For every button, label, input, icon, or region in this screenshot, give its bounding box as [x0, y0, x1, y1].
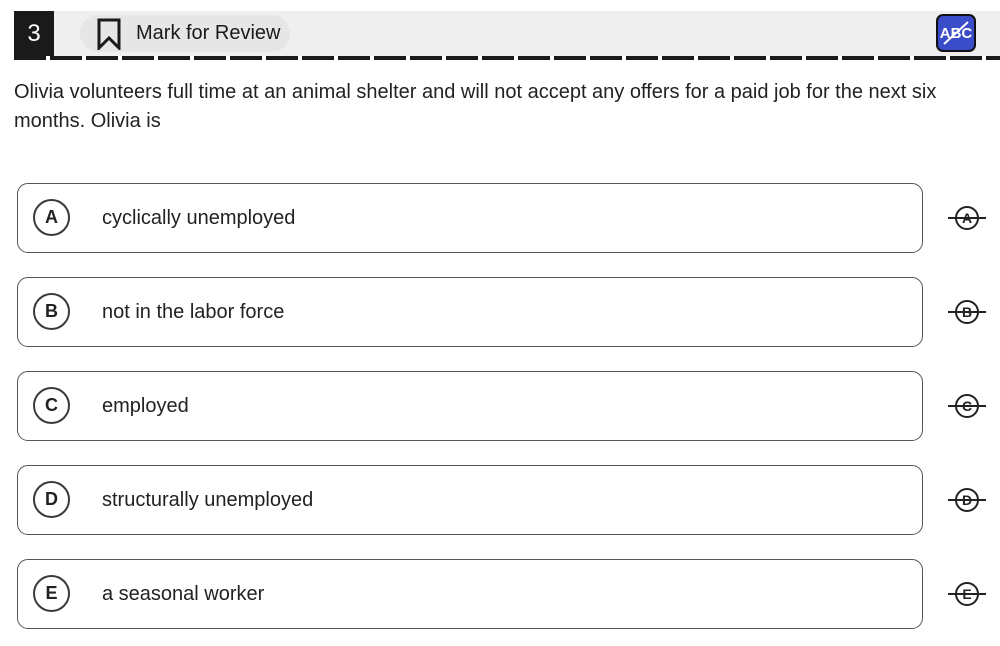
- choice-text-b: not in the labor force: [102, 300, 285, 323]
- answer-choice-c[interactable]: C employed: [17, 371, 923, 441]
- strikethrough-icon: [948, 593, 986, 595]
- abc-strikethrough-icon: ABC: [940, 21, 972, 45]
- question-number: 3: [14, 11, 54, 56]
- strikethrough-icon: [948, 499, 986, 501]
- mark-for-review-button[interactable]: Mark for Review: [80, 15, 290, 52]
- strikethrough-icon: [948, 311, 986, 313]
- strike-choice-c-button[interactable]: C: [946, 391, 986, 421]
- bookmark-icon: [96, 17, 122, 51]
- choice-letter-c: C: [33, 387, 70, 424]
- answer-choice-e[interactable]: E a seasonal worker: [17, 559, 923, 629]
- strike-choice-d-button[interactable]: D: [946, 485, 986, 515]
- answer-eliminator-toggle[interactable]: ABC: [936, 14, 976, 52]
- answer-choice-b[interactable]: B not in the labor force: [17, 277, 923, 347]
- choice-text-a: cyclically unemployed: [102, 206, 296, 229]
- choice-letter-a: A: [33, 199, 70, 236]
- answer-choice-d[interactable]: D structurally unemployed: [17, 465, 923, 535]
- choice-letter-b: B: [33, 293, 70, 330]
- choice-letter-e: E: [33, 575, 70, 612]
- strike-choice-b-button[interactable]: B: [946, 297, 986, 327]
- choice-letter-d: D: [33, 481, 70, 518]
- header-divider: [14, 56, 1000, 60]
- choice-text-d: structurally unemployed: [102, 488, 314, 511]
- question-header-bar: 3 Mark for Review ABC: [14, 11, 1000, 56]
- strike-choice-a-button[interactable]: A: [946, 203, 986, 233]
- question-text: Olivia volunteers full time at an animal…: [14, 81, 937, 132]
- answer-choice-a[interactable]: A cyclically unemployed: [17, 183, 923, 253]
- mark-for-review-label: Mark for Review: [136, 22, 281, 44]
- strike-choice-e-button[interactable]: E: [946, 579, 986, 609]
- strikethrough-icon: [948, 217, 986, 219]
- choice-text-c: employed: [102, 394, 189, 417]
- choice-text-e: a seasonal worker: [102, 582, 265, 605]
- strikethrough-icon: [948, 405, 986, 407]
